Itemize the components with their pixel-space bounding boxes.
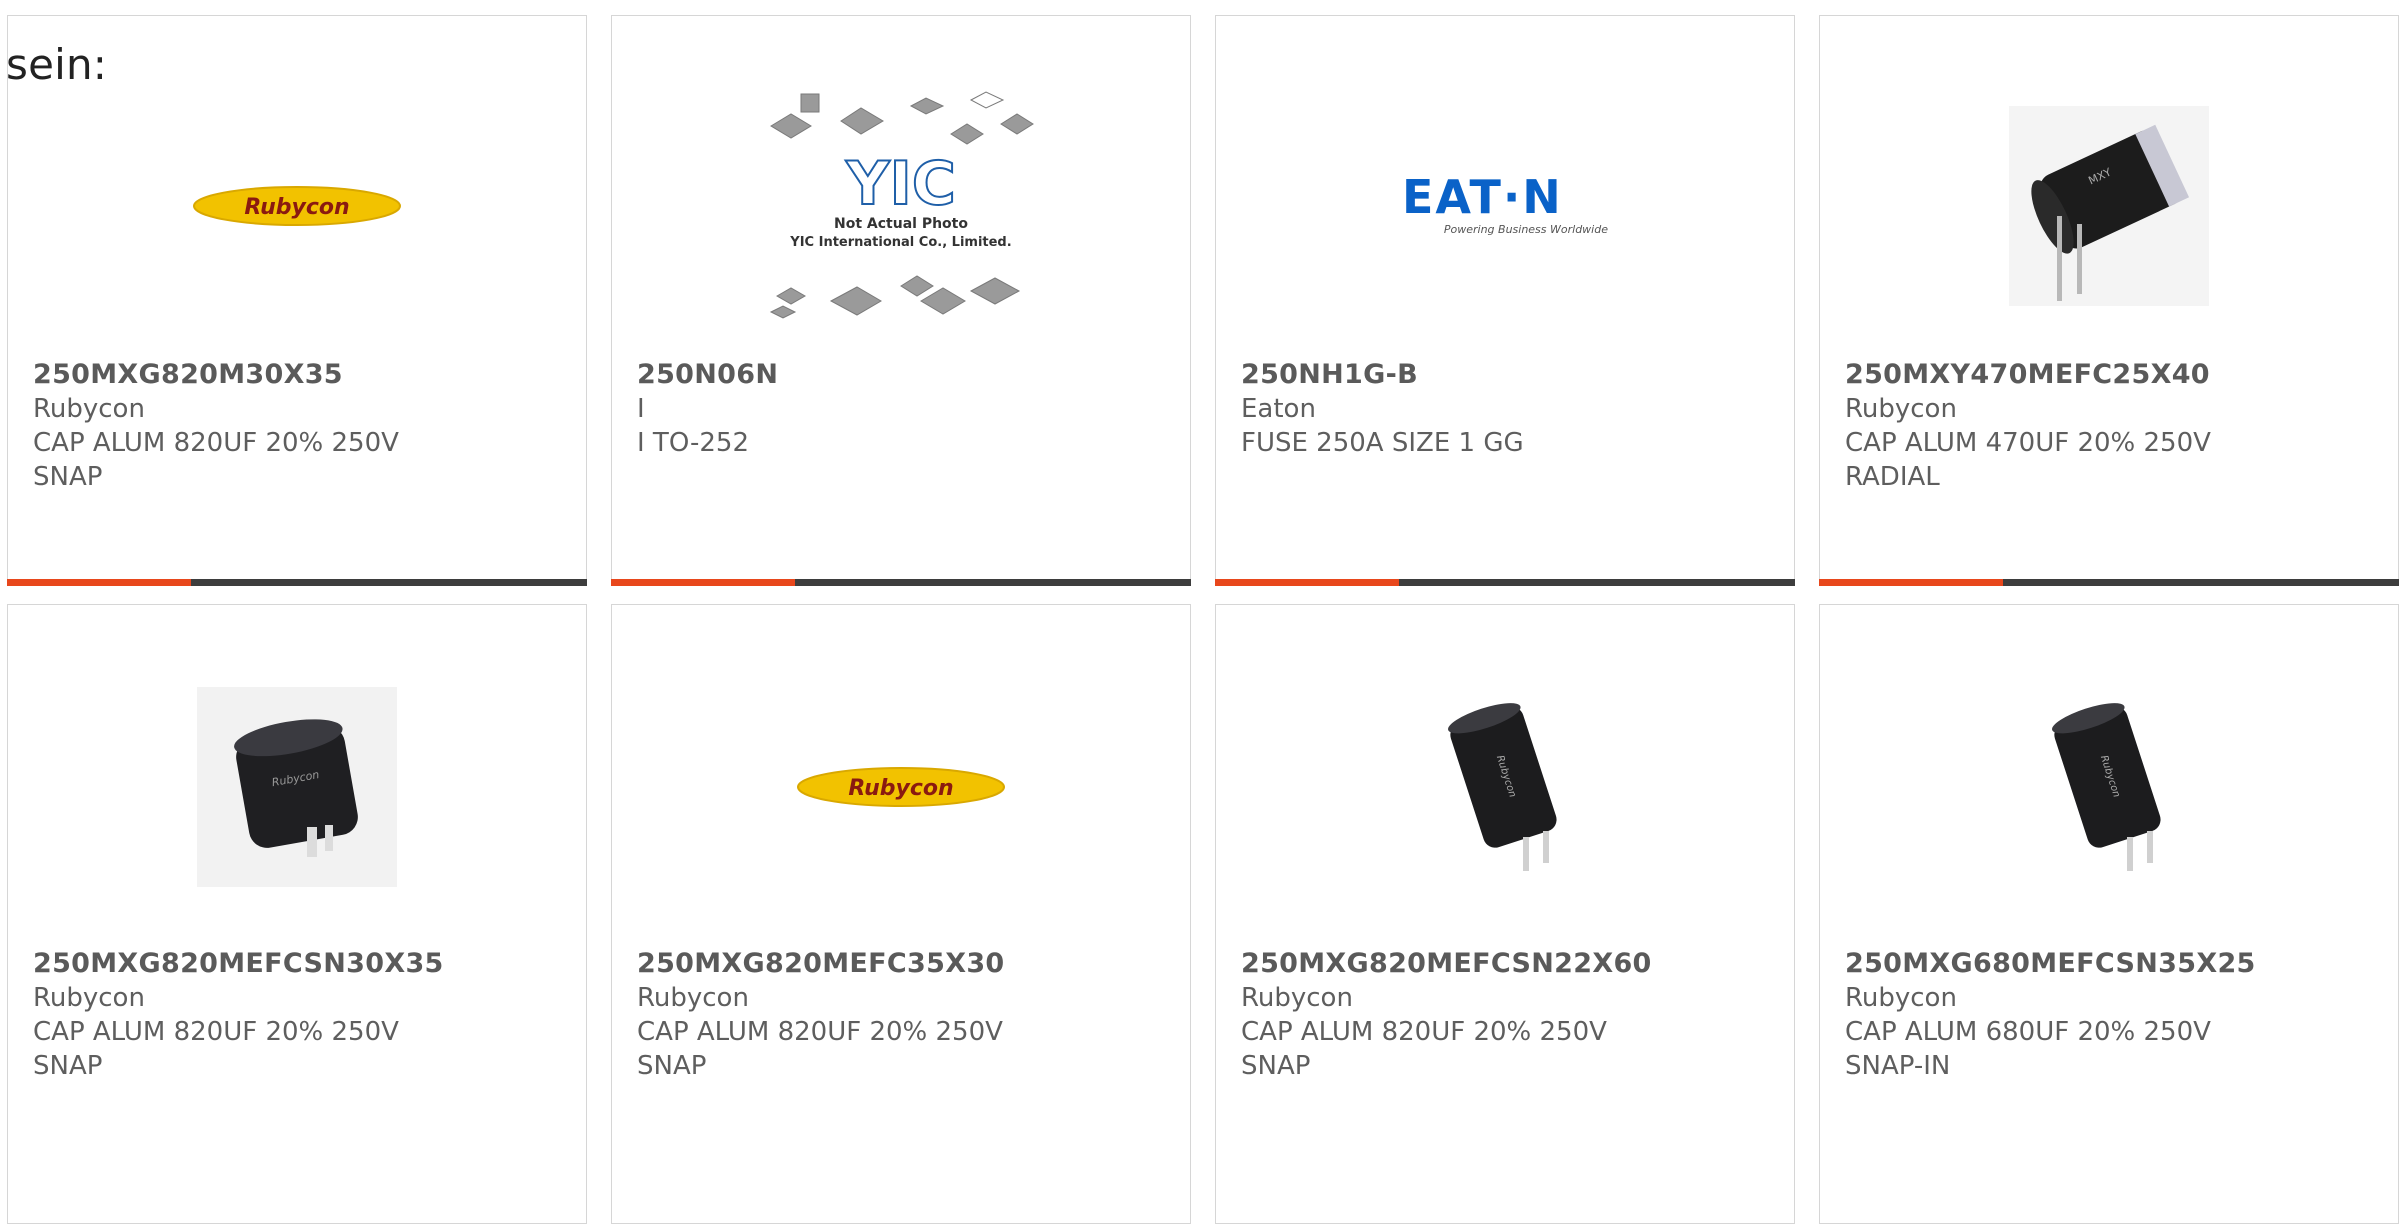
brand: Rubycon <box>1845 394 1957 424</box>
brand: Rubycon <box>33 983 145 1013</box>
description-line1: CAP ALUM 470UF 20% 250V <box>1845 428 2211 458</box>
product-card[interactable]: Rubycon 250MXG820M30X35 Rubycon CAP ALUM… <box>7 15 587 586</box>
svg-text:YIC: YIC <box>845 149 956 219</box>
description-line2: SNAP <box>33 462 103 492</box>
capacitor-snap-tall-icon: Rubycon <box>1448 703 1557 871</box>
brand: Eaton <box>1241 394 1316 424</box>
svg-text:EAT·N: EAT·N <box>1402 171 1563 224</box>
product-card[interactable]: Rubycon 250MXG820MEFCSN30X35 Rubycon CAP… <box>7 604 587 1224</box>
product-image[interactable]: Rubycon <box>1820 667 2398 907</box>
description-line2: RADIAL <box>1845 462 1940 492</box>
description-line1: CAP ALUM 680UF 20% 250V <box>1845 1017 2211 1047</box>
description-line1: CAP ALUM 820UF 20% 250V <box>33 428 399 458</box>
yic-placeholder-icon: YIC Not Actual Photo YIC International C… <box>769 91 1034 319</box>
product-card[interactable]: MXY 250MXY470MEFC25X40 Rubycon CAP ALUM … <box>1819 15 2399 586</box>
product-card[interactable]: Rubycon 250MXG680MEFCSN35X25 Rubycon CAP… <box>1819 604 2399 1224</box>
part-number[interactable]: 250MXG820MEFCSN22X60 <box>1241 947 1774 981</box>
card-bottom-bar <box>611 579 1191 586</box>
part-number[interactable]: 250MXG820M30X35 <box>33 358 566 392</box>
svg-text:Rubycon: Rubycon <box>848 776 953 801</box>
brand: Rubycon <box>1845 983 1957 1013</box>
svg-text:Powering Business Worldwide: Powering Business Worldwide <box>1444 223 1608 236</box>
description-line1: I TO-252 <box>637 428 750 458</box>
card-bottom-bar <box>1215 579 1795 586</box>
svg-text:YIC International Co., Limited: YIC International Co., Limited. <box>789 235 1011 250</box>
product-card[interactable]: Rubycon 250MXG820MEFCSN22X60 Rubycon CAP… <box>1215 604 1795 1224</box>
description-line1: FUSE 250A SIZE 1 GG <box>1241 428 1524 458</box>
brand: Rubycon <box>637 983 749 1013</box>
svg-text:Not Actual Photo: Not Actual Photo <box>834 216 968 232</box>
description-line1: CAP ALUM 820UF 20% 250V <box>33 1017 399 1047</box>
part-number[interactable]: 250NH1G-B <box>1241 358 1774 392</box>
product-image[interactable]: Rubycon <box>1216 667 1794 907</box>
product-image[interactable]: MXY <box>1820 86 2398 326</box>
rubycon-logo-icon: Rubycon <box>193 186 401 226</box>
description-line2: SNAP <box>33 1051 103 1081</box>
product-card[interactable]: EAT·N Powering Business Worldwide 250NH1… <box>1215 15 1795 586</box>
product-image[interactable]: Rubycon <box>8 667 586 907</box>
product-image[interactable]: Rubycon <box>612 667 1190 907</box>
capacitor-snap-tall-icon: Rubycon <box>2052 703 2161 871</box>
product-image[interactable]: YIC Not Actual Photo YIC International C… <box>612 86 1190 326</box>
card-bottom-bar <box>7 579 587 586</box>
brand: I <box>637 394 645 424</box>
brand: Rubycon <box>1241 983 1353 1013</box>
eaton-logo-icon: EAT·N Powering Business Worldwide <box>1402 171 1608 236</box>
description-line2: SNAP-IN <box>1845 1051 1951 1081</box>
description-line1: CAP ALUM 820UF 20% 250V <box>1241 1017 1607 1047</box>
product-card[interactable]: Rubycon 250MXG820MEFC35X30 Rubycon CAP A… <box>611 604 1191 1224</box>
brand: Rubycon <box>33 394 145 424</box>
svg-text:Rubycon: Rubycon <box>244 195 349 220</box>
capacitor-snap-short-icon: Rubycon <box>197 687 397 887</box>
product-card[interactable]: YIC Not Actual Photo YIC International C… <box>611 15 1191 586</box>
description-line1: CAP ALUM 820UF 20% 250V <box>637 1017 1003 1047</box>
intro-text: sein: <box>6 40 108 89</box>
part-number[interactable]: 250MXG820MEFC35X30 <box>637 947 1170 981</box>
description-line2: SNAP <box>637 1051 707 1081</box>
capacitor-radial-icon: MXY <box>2009 106 2209 306</box>
part-number[interactable]: 250MXY470MEFC25X40 <box>1845 358 2378 392</box>
description-line2: SNAP <box>1241 1051 1311 1081</box>
product-image[interactable]: Rubycon <box>8 86 586 326</box>
card-bottom-bar <box>1819 579 2399 586</box>
product-image[interactable]: EAT·N Powering Business Worldwide <box>1216 86 1794 326</box>
part-number[interactable]: 250N06N <box>637 358 1170 392</box>
part-number[interactable]: 250MXG820MEFCSN30X35 <box>33 947 566 981</box>
part-number[interactable]: 250MXG680MEFCSN35X25 <box>1845 947 2378 981</box>
rubycon-logo-icon: Rubycon <box>797 767 1005 807</box>
